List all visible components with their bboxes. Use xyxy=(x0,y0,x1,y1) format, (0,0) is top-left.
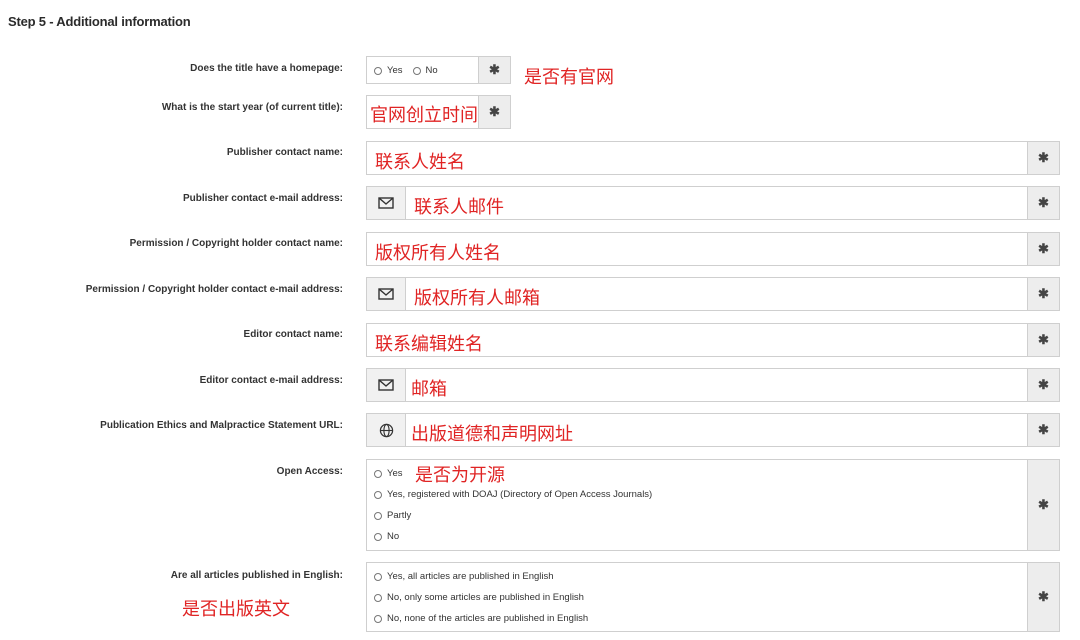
english-radio-group: Yes, all articles are published in Engli… xyxy=(366,562,1060,632)
publisher-name-annotation: 联系人姓名 xyxy=(375,152,465,173)
copyright-name-label: Permission / Copyright holder contact na… xyxy=(129,238,343,249)
editor-email-input[interactable]: 邮箱 ✱ xyxy=(366,368,1060,402)
globe-icon xyxy=(367,414,406,446)
required-icon: ✱ xyxy=(1027,233,1059,265)
homepage-annotation: 是否有官网 xyxy=(524,67,614,88)
open-access-yes-label: Yes xyxy=(387,468,403,479)
editor-email-annotation: 邮箱 xyxy=(411,379,447,400)
open-access-partly-radio[interactable] xyxy=(374,511,382,520)
open-access-label: Open Access: xyxy=(276,466,343,477)
start-year-annotation: 官网创立时间 xyxy=(370,105,478,126)
publisher-email-label: Publisher contact e-mail address: xyxy=(182,193,343,204)
required-icon: ✱ xyxy=(1027,142,1059,174)
homepage-no-label: No xyxy=(425,65,438,76)
open-access-no-label: No xyxy=(387,531,400,542)
required-icon: ✱ xyxy=(1027,187,1059,219)
editor-name-input[interactable]: 联系编辑姓名 ✱ xyxy=(366,323,1060,357)
start-year-label: What is the start year (of current title… xyxy=(161,102,343,113)
english-some-radio[interactable] xyxy=(374,593,382,602)
step-title: Step 5 - Additional information xyxy=(8,14,191,29)
required-icon: ✱ xyxy=(1027,563,1059,631)
publisher-name-label: Publisher contact name: xyxy=(226,147,343,158)
english-all-label: Yes, all articles are published in Engli… xyxy=(387,571,554,582)
editor-name-label: Editor contact name: xyxy=(243,329,343,340)
open-access-yes-radio[interactable] xyxy=(374,469,382,478)
required-icon: ✱ xyxy=(1027,460,1059,550)
open-access-no-radio[interactable] xyxy=(374,532,382,541)
homepage-yes-radio[interactable] xyxy=(374,66,382,75)
homepage-label: Does the title have a homepage: xyxy=(190,63,343,74)
copyright-email-input[interactable]: 版权所有人邮箱 ✱ xyxy=(366,277,1060,311)
open-access-doaj-radio[interactable] xyxy=(374,490,382,499)
copyright-name-annotation: 版权所有人姓名 xyxy=(375,243,501,264)
envelope-icon xyxy=(367,369,406,401)
open-access-annotation: 是否为开源 xyxy=(415,465,505,486)
required-icon: ✱ xyxy=(1027,369,1059,401)
publisher-name-input[interactable]: 联系人姓名 ✱ xyxy=(366,141,1060,175)
copyright-email-annotation: 版权所有人邮箱 xyxy=(414,288,540,309)
english-annotation: 是否出版英文 xyxy=(182,599,290,620)
homepage-yes-label: Yes xyxy=(387,65,403,76)
required-icon: ✱ xyxy=(1027,324,1059,356)
homepage-no-radio[interactable] xyxy=(412,66,421,75)
english-all-radio[interactable] xyxy=(374,572,382,581)
ethics-url-label: Publication Ethics and Malpractice State… xyxy=(100,420,343,431)
publisher-email-input[interactable]: 联系人邮件 ✱ xyxy=(366,186,1060,220)
ethics-url-annotation: 出版道德和声明网址 xyxy=(411,424,573,445)
required-icon: ✱ xyxy=(1027,414,1059,446)
editor-name-annotation: 联系编辑姓名 xyxy=(375,334,483,355)
english-label: Are all articles published in English: xyxy=(170,570,343,581)
english-none-radio[interactable] xyxy=(374,614,382,623)
required-icon: ✱ xyxy=(478,57,510,83)
open-access-partly-label: Partly xyxy=(387,510,412,521)
ethics-url-input[interactable]: 出版道德和声明网址 ✱ xyxy=(366,413,1060,447)
required-icon: ✱ xyxy=(1027,278,1059,310)
start-year-input[interactable]: 官网创立时间 ✱ xyxy=(366,95,511,129)
open-access-doaj-label: Yes, registered with DOAJ (Directory of … xyxy=(387,489,653,500)
copyright-email-label: Permission / Copyright holder contact e-… xyxy=(85,284,343,295)
copyright-name-input[interactable]: 版权所有人姓名 ✱ xyxy=(366,232,1060,266)
editor-email-label: Editor contact e-mail address: xyxy=(199,375,343,386)
required-icon: ✱ xyxy=(478,96,510,128)
english-none-label: No, none of the articles are published i… xyxy=(387,613,589,624)
envelope-icon xyxy=(367,187,406,219)
homepage-radio-group: Yes No ✱ xyxy=(366,56,511,84)
publisher-email-annotation: 联系人邮件 xyxy=(414,197,504,218)
english-some-label: No, only some articles are published in … xyxy=(387,592,584,603)
envelope-icon xyxy=(367,278,406,310)
